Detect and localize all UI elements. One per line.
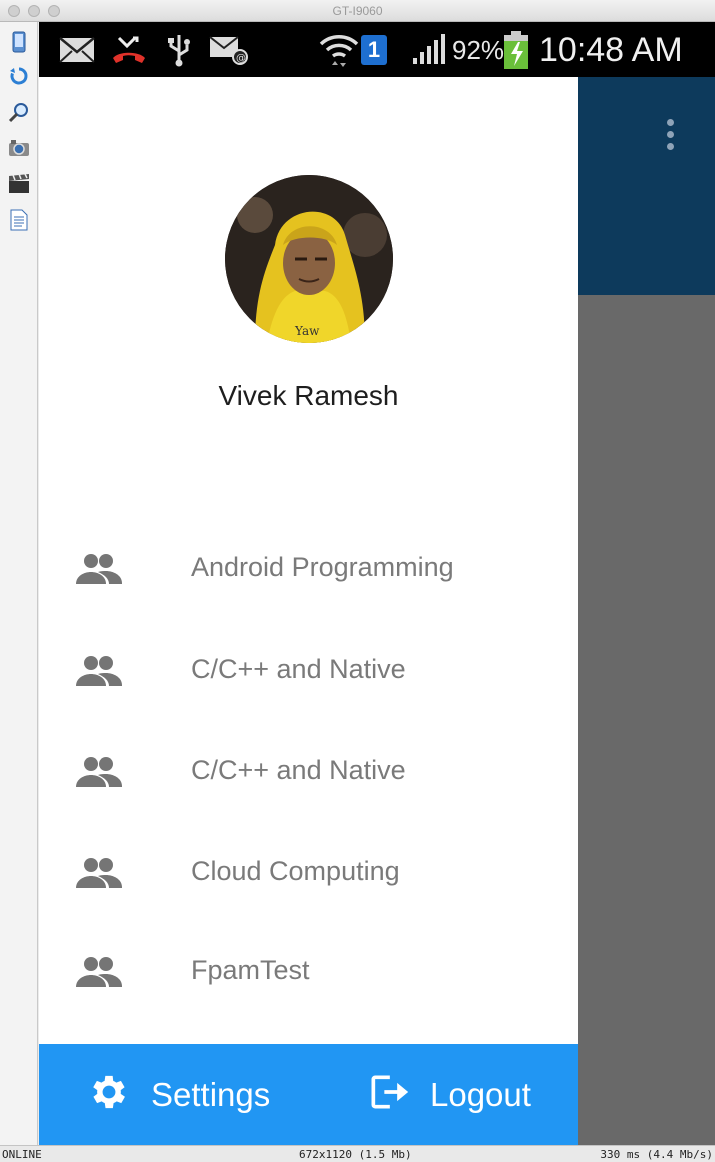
- drawer-item-c-cpp-native[interactable]: C/C++ and Native: [39, 636, 578, 706]
- profile-name: Vivek Ramesh: [218, 380, 399, 411]
- drawer-item-android-programming[interactable]: Android Programming: [39, 534, 578, 604]
- svg-text:Yaw: Yaw: [294, 324, 320, 338]
- status-bar: @ 1 92% 10:48 AM: [39, 22, 715, 77]
- group-icon: [74, 552, 124, 586]
- usb-icon: [167, 30, 191, 70]
- email-sync-icon: @: [209, 30, 249, 70]
- logout-icon: [366, 1070, 410, 1119]
- drawer-item-label: Cloud Computing: [191, 856, 400, 886]
- logout-label: Logout: [430, 1075, 531, 1113]
- window-title: GT-I9060: [332, 4, 383, 18]
- drawer-bottom-bar: Settings Logout: [39, 1044, 578, 1145]
- svg-text:@: @: [236, 53, 246, 64]
- camera-icon[interactable]: [8, 136, 30, 160]
- sim-badge: 1: [361, 30, 387, 70]
- logout-button[interactable]: Logout: [366, 1044, 531, 1145]
- latency-info: 330 ms (4.4 Mb/s): [600, 1148, 713, 1161]
- overflow-menu-icon[interactable]: [667, 119, 675, 155]
- battery-charging-icon: [503, 30, 529, 70]
- battery-percent: 92%: [452, 34, 505, 65]
- video-icon[interactable]: [8, 172, 30, 196]
- gear-icon: [87, 1070, 131, 1119]
- rotate-icon[interactable]: [8, 64, 30, 88]
- zoom-icon[interactable]: [8, 100, 30, 124]
- drawer-item-label: Android Programming: [191, 552, 454, 582]
- drawer-item-cloud-computing[interactable]: Cloud Computing: [39, 838, 578, 908]
- drawer-item-fpamtest[interactable]: FpamTest: [39, 937, 578, 1007]
- signal-icon: [411, 30, 449, 70]
- device-screen: @ 1 92% 10:48 AM Yaw Vivek Ramesh Androi…: [39, 22, 715, 1145]
- window-titlebar: GT-I9060: [0, 0, 715, 22]
- document-icon[interactable]: [8, 208, 30, 232]
- group-icon: [74, 654, 124, 688]
- status-clock: 10:48 AM: [539, 30, 683, 69]
- drawer-item-label: FpamTest: [191, 955, 310, 985]
- missed-call-icon: [109, 30, 149, 70]
- drawer-item-c-cpp-native-2[interactable]: C/C++ and Native: [39, 737, 578, 807]
- resolution-info: 672x1120 (1.5 Mb): [299, 1148, 412, 1161]
- settings-button[interactable]: Settings: [87, 1044, 270, 1145]
- group-icon: [74, 755, 124, 789]
- device-icon[interactable]: [8, 30, 30, 54]
- tool-sidebar: [0, 22, 38, 1145]
- group-icon: [74, 955, 124, 989]
- drawer-item-label: C/C++ and Native: [191, 755, 406, 785]
- settings-label: Settings: [151, 1075, 271, 1113]
- navigation-drawer: Yaw Vivek Ramesh Android Programming C/C…: [39, 77, 578, 1145]
- drawer-item-label: C/C++ and Native: [191, 654, 406, 684]
- connection-status: ONLINE: [2, 1148, 42, 1161]
- wifi-icon: [317, 30, 361, 70]
- avatar[interactable]: Yaw: [225, 175, 393, 343]
- email-icon: [59, 30, 95, 70]
- group-icon: [74, 856, 124, 890]
- emulator-footer: ONLINE 672x1120 (1.5 Mb) 330 ms (4.4 Mb/…: [0, 1145, 715, 1162]
